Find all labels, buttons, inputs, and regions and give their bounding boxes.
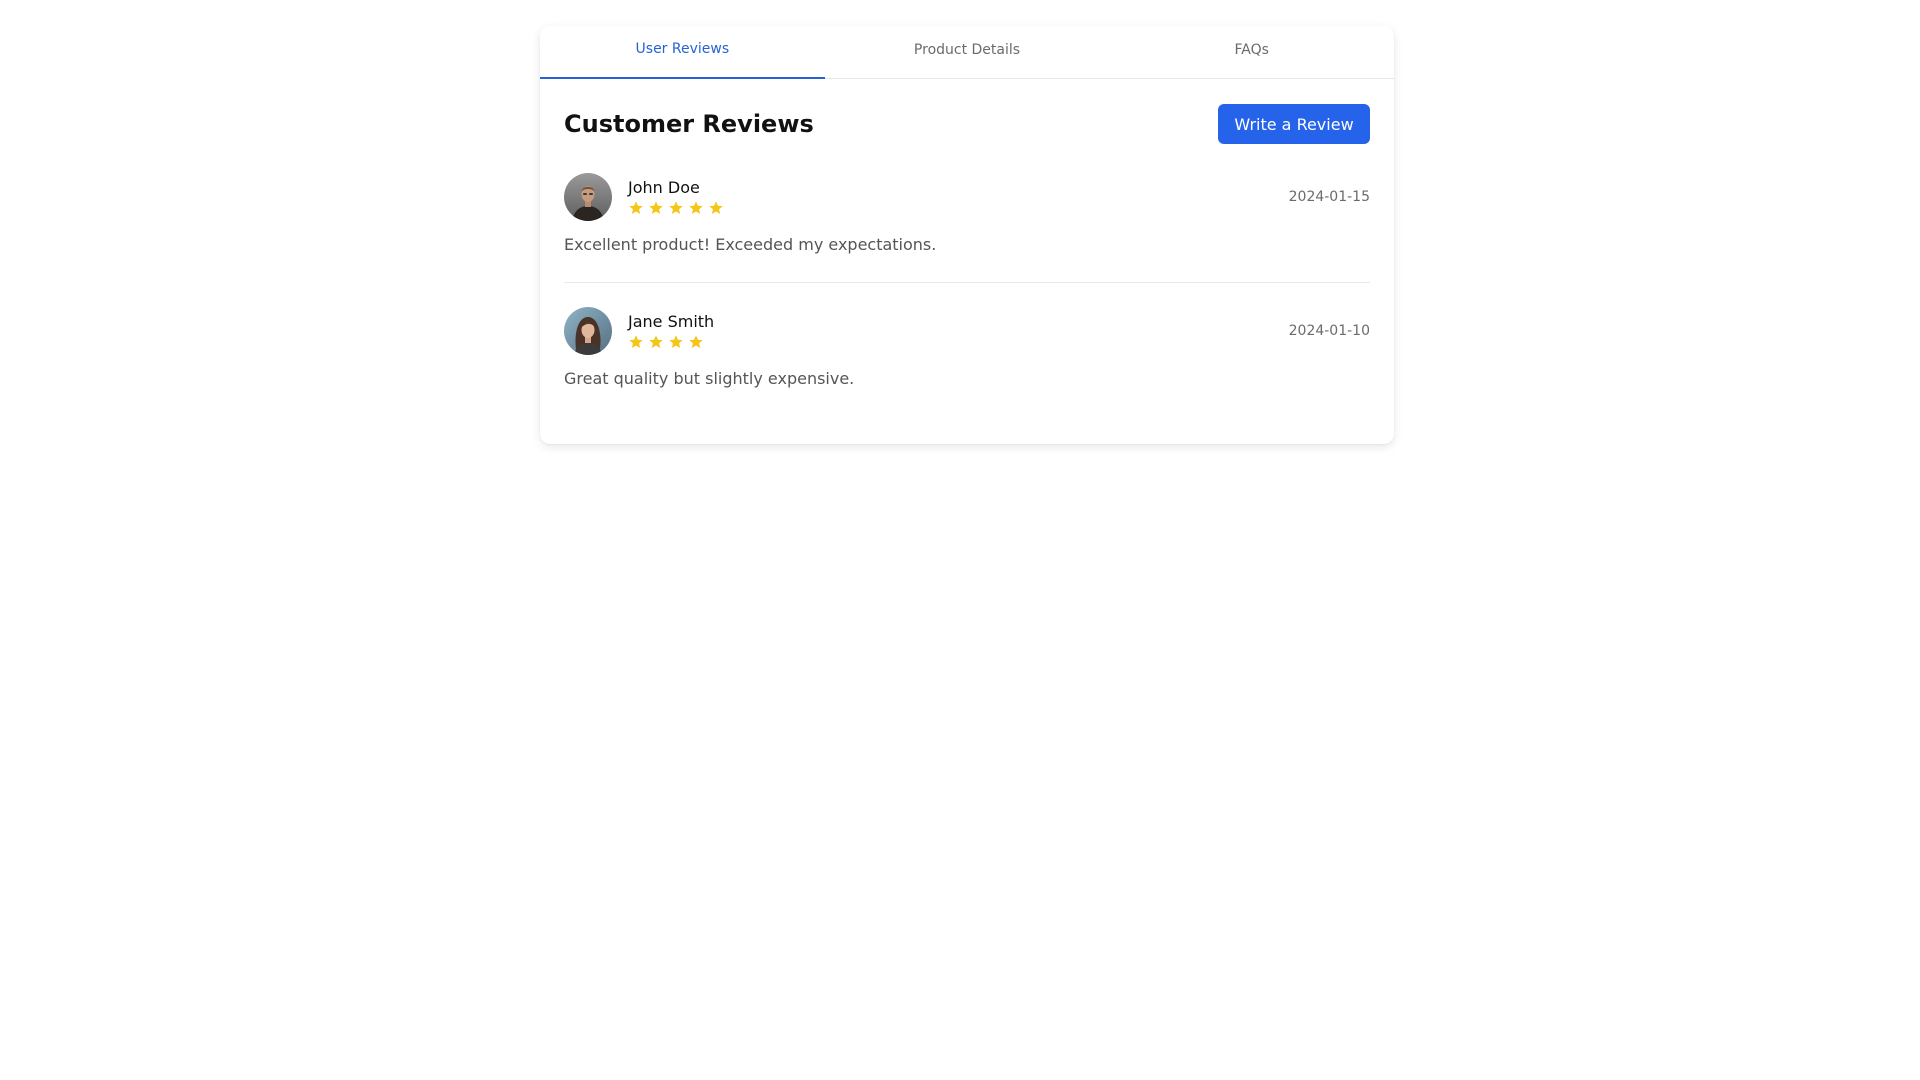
- star-icon: [669, 200, 683, 214]
- reviewer-name: Jane Smith: [628, 311, 715, 331]
- review-header: Jane Smith 2024-01-10: [564, 307, 1370, 355]
- tab-product-details[interactable]: Product Details: [825, 26, 1110, 78]
- review-header: John Doe 2024-01-15: [564, 173, 1370, 221]
- review-text: Great quality but slightly expensive.: [564, 369, 855, 388]
- star-rating: [628, 200, 724, 216]
- star-icon: [629, 334, 643, 348]
- review-item: Jane Smith 2024-01-10 Great quality but …: [564, 282, 1370, 416]
- star-rating: [628, 334, 714, 350]
- page-title: Customer Reviews: [564, 110, 814, 138]
- review-item: John Doe 2024-01-15 Excellent product! E…: [564, 173, 1370, 282]
- star-icon: [649, 334, 663, 348]
- star-icon: [689, 334, 703, 348]
- avatar: [564, 173, 612, 221]
- review-text: Excellent product! Exceeded my expectati…: [564, 235, 937, 254]
- star-icon: [649, 200, 663, 214]
- reviews-card: User Reviews Product Details FAQs Custom…: [540, 26, 1394, 444]
- tab-bar: User Reviews Product Details FAQs: [540, 26, 1394, 79]
- avatar-man-icon: [564, 173, 612, 221]
- reviewer-info: Jane Smith: [564, 307, 714, 355]
- review-date: 2024-01-15: [1288, 189, 1370, 205]
- star-icon: [709, 200, 723, 214]
- avatar-woman-icon: [564, 307, 612, 355]
- reviewer-info: John Doe: [564, 173, 724, 221]
- reviews-panel: Customer Reviews Write a Review John Doe…: [540, 79, 1394, 416]
- review-date: 2024-01-10: [1288, 323, 1370, 339]
- star-icon: [669, 334, 683, 348]
- tab-faqs[interactable]: FAQs: [1109, 26, 1394, 78]
- write-review-button[interactable]: Write a Review: [1218, 104, 1370, 144]
- avatar: [564, 307, 612, 355]
- tab-user-reviews[interactable]: User Reviews: [540, 26, 825, 79]
- reviewer-name: John Doe: [628, 177, 700, 197]
- star-icon: [689, 200, 703, 214]
- reviews-header: Customer Reviews Write a Review: [564, 104, 1370, 144]
- star-icon: [629, 200, 643, 214]
